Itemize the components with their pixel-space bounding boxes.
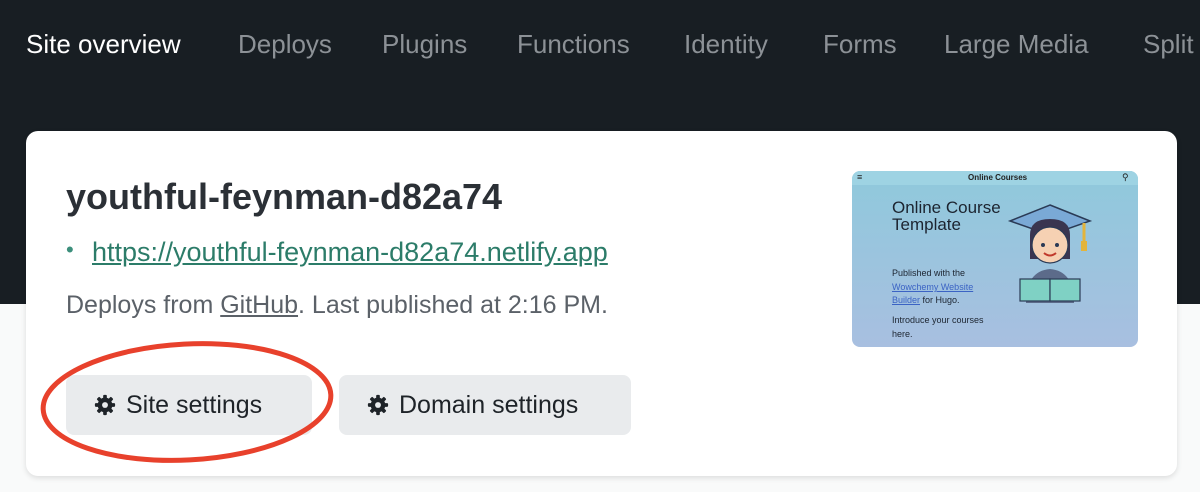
site-nav: Site overview Deploys Plugins Functions … <box>0 0 1200 88</box>
preview-site-title: Online Courses <box>968 173 1028 182</box>
deploy-source-link[interactable]: GitHub <box>220 291 298 319</box>
deploy-prefix: Deploys from <box>66 291 221 319</box>
tab-deploys[interactable]: Deploys <box>238 28 332 60</box>
preview-link: Wowchemy Website <box>892 282 974 292</box>
site-name: youthful-feynman-d82a74 <box>66 176 503 217</box>
deploy-status: Deploys from GitHub. Last published at 2… <box>66 291 608 320</box>
tab-site-overview[interactable]: Site overview <box>26 28 181 60</box>
tab-large-media[interactable]: Large Media <box>944 28 1089 60</box>
graduate-illustration <box>1007 204 1093 303</box>
highlight-circle-annotation <box>40 341 334 463</box>
preview-link: Builder <box>892 295 921 305</box>
domain-settings-label: Domain settings <box>399 390 579 419</box>
preview-text-line: Introduce your courses <box>892 315 984 325</box>
preview-text-line: Builder for Hugo. <box>892 295 960 305</box>
url-bullet-icon: • <box>66 237 74 262</box>
tab-split[interactable]: Split <box>1143 28 1194 60</box>
tab-functions[interactable]: Functions <box>517 28 630 60</box>
site-preview-thumbnail[interactable]: ≡ Online Courses ⚲ Online Course Templat… <box>852 171 1138 347</box>
tab-plugins[interactable]: Plugins <box>382 28 467 60</box>
search-icon: ⚲ <box>1122 172 1129 182</box>
deploy-suffix: . Last published at 2:16 PM. <box>298 291 608 319</box>
site-url-link[interactable]: https://youthful-feynman-d82a74.netlify.… <box>92 237 608 268</box>
hamburger-menu-icon: ≡ <box>857 172 863 182</box>
domain-settings-button[interactable]: Domain settings <box>339 375 631 435</box>
preview-text-line: here. <box>892 329 913 339</box>
gear-icon <box>367 394 389 416</box>
tab-forms[interactable]: Forms <box>823 28 897 60</box>
preview-text-suffix: for Hugo. <box>920 295 960 305</box>
preview-text-line: Published with the <box>892 268 966 278</box>
preview-heading: Online Course Template <box>892 198 1001 234</box>
tab-identity[interactable]: Identity <box>684 28 768 60</box>
